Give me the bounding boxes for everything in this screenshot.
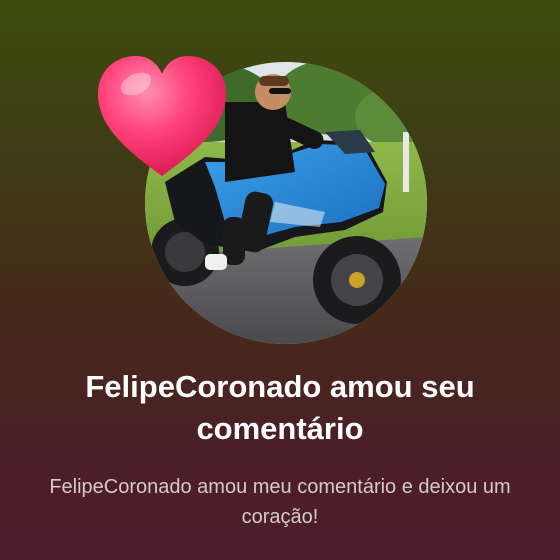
heart-icon (96, 54, 228, 180)
notification-title: FelipeCoronado amou seu comentário (85, 369, 475, 446)
notification-card: FelipeCoronado amou seu comentário Felip… (0, 0, 560, 560)
notification-message: FelipeCoronado amou meu comentário e dei… (49, 476, 511, 528)
